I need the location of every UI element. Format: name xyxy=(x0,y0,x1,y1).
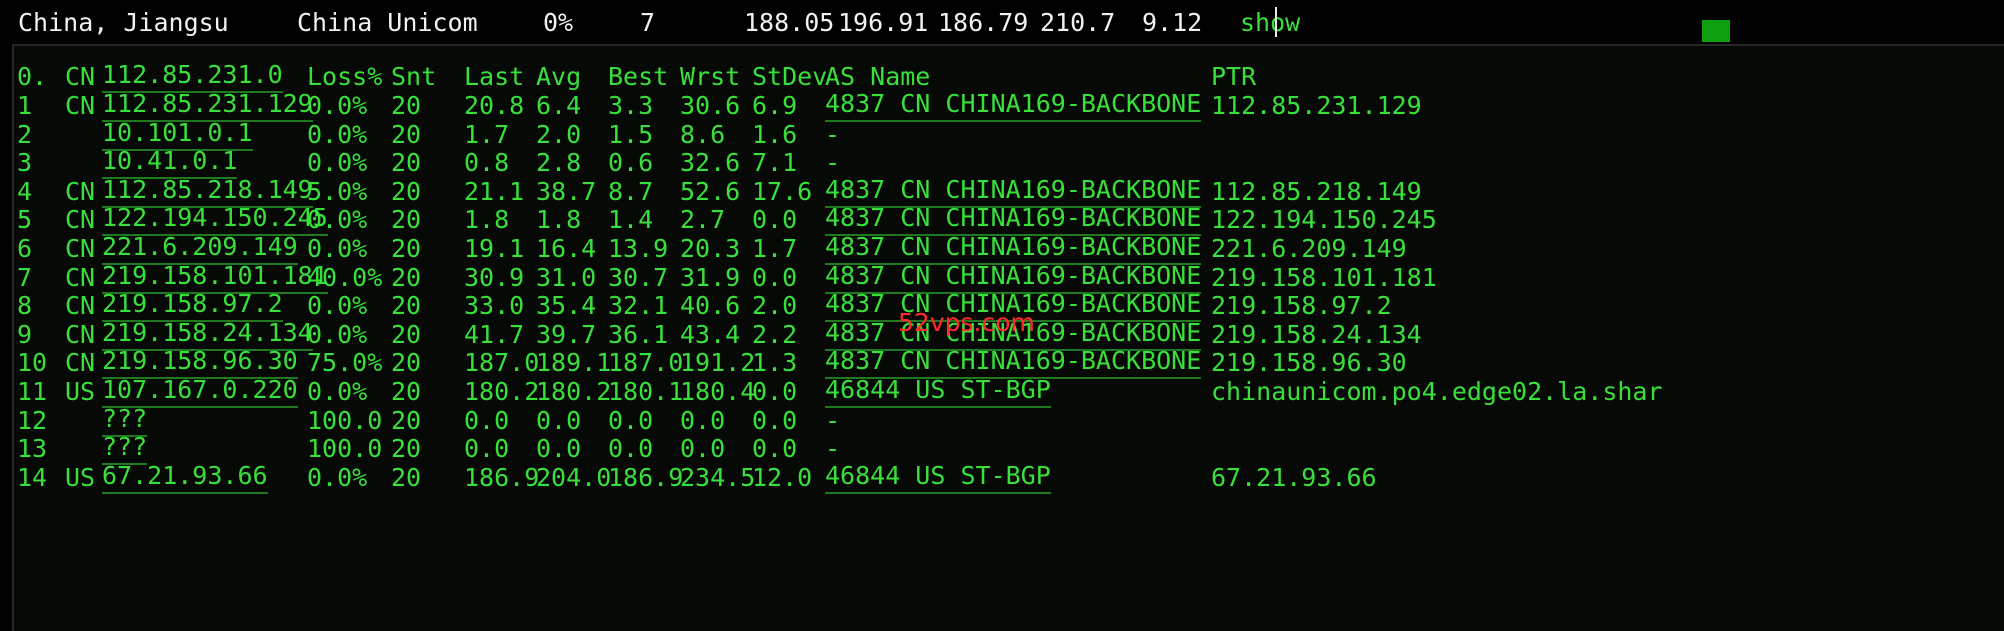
status-indicator xyxy=(1702,20,1730,42)
text-cursor xyxy=(1275,7,1277,37)
stdev-value: 12.0 xyxy=(752,462,813,492)
hop-number: 14 xyxy=(17,462,48,492)
summary-value-1: 188.05 xyxy=(744,8,835,37)
mtr-results-panel: 0. CN 112.85.231.0 Loss% Snt Last Avg Be… xyxy=(12,44,2004,631)
summary-value-2: 196.91 xyxy=(838,8,929,37)
summary-isp: China Unicom xyxy=(297,8,478,37)
host-link[interactable]: 67.21.93.66 xyxy=(102,460,268,494)
best-value: 186.9 xyxy=(608,462,684,492)
table-row: 14 US 67.21.93.66 0.0% 20 186.9 204.0 186.9 234.… xyxy=(14,460,2004,496)
screenshot: China, Jiangsu China Unicom 0% 7 188.05 … xyxy=(0,0,2004,631)
wrst-value: 234.5 xyxy=(680,462,756,492)
summary-row: China, Jiangsu China Unicom 0% 7 188.05 … xyxy=(0,0,2004,44)
avg-value: 204.0 xyxy=(536,462,612,492)
last-value: 186.9 xyxy=(464,462,540,492)
summary-count: 7 xyxy=(640,8,656,37)
ptr-value: 67.21.93.66 xyxy=(1211,462,1377,492)
summary-loss: 0% xyxy=(543,8,574,37)
summary-value-5: 9.12 xyxy=(1142,8,1203,37)
as-name[interactable]: 46844 US ST-BGP xyxy=(825,460,1051,494)
summary-location: China, Jiangsu xyxy=(18,8,229,37)
watermark-text: 52vps.com xyxy=(898,308,1035,337)
snt-value: 20 xyxy=(391,462,422,492)
country-code: US xyxy=(65,462,96,492)
summary-value-4: 210.7 xyxy=(1040,8,1116,37)
summary-value-3: 186.79 xyxy=(938,8,1029,37)
show-link[interactable]: show xyxy=(1240,8,1300,38)
loss-value: 0.0% xyxy=(307,462,368,492)
